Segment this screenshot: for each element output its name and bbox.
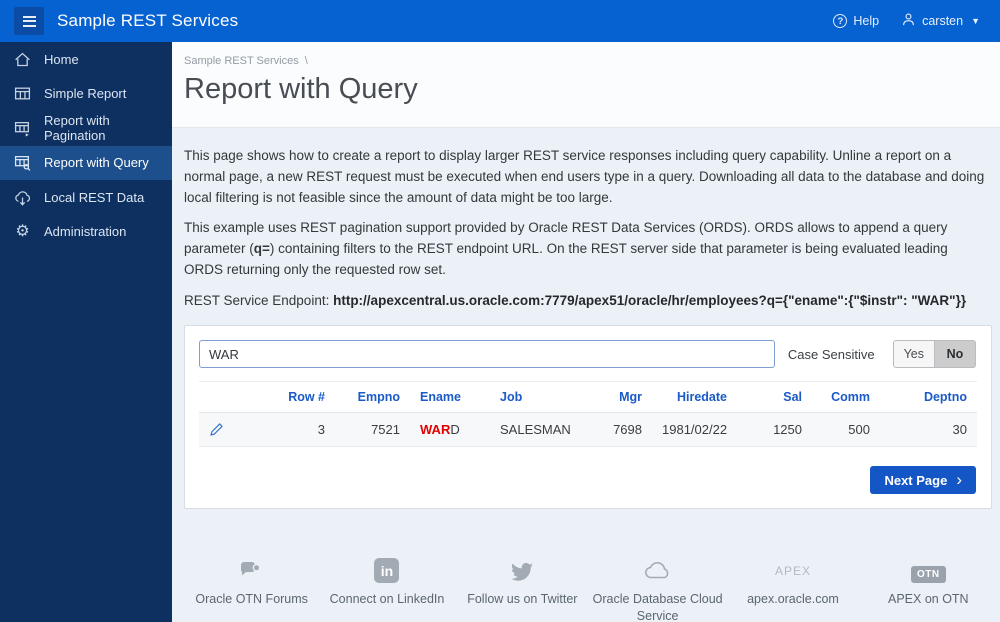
cell-job: SALESMAN bbox=[490, 412, 580, 447]
sidebar-nav: Home Simple Report Report with Paginatio… bbox=[0, 42, 172, 622]
report-card: Case Sensitive Yes No Row # Empno Ename bbox=[184, 325, 992, 509]
breadcrumb: Sample REST Services \ bbox=[184, 55, 1000, 67]
app-header: Sample REST Services ? Help carsten ▼ bbox=[0, 0, 1000, 42]
footer-link-twitter[interactable]: Follow us on Twitter bbox=[455, 553, 590, 622]
page-header-region: Sample REST Services \ Report with Query bbox=[172, 42, 1000, 128]
cell-rownum: 3 bbox=[245, 412, 335, 447]
column-header-ename[interactable]: Ename bbox=[410, 381, 490, 413]
cell-sal: 1250 bbox=[737, 412, 812, 447]
sidebar-item-report-with-pagination[interactable]: Report with Pagination bbox=[0, 111, 172, 146]
footer-link-label: Oracle Database Cloud Service bbox=[592, 592, 723, 622]
footer-link-label: Connect on LinkedIn bbox=[329, 592, 445, 606]
rest-endpoint-url: http://apexcentral.us.oracle.com:7779/ap… bbox=[333, 293, 967, 308]
footer-link-label: apex.oracle.com bbox=[747, 592, 839, 606]
page-title: Report with Query bbox=[184, 73, 418, 105]
sidebar-item-administration[interactable]: ⚙ Administration bbox=[0, 215, 172, 250]
sidebar-item-label: Report with Query bbox=[44, 155, 149, 171]
sidebar-item-local-rest-data[interactable]: Local REST Data bbox=[0, 180, 172, 215]
twitter-icon bbox=[509, 553, 535, 583]
footer-link-label: Oracle OTN Forums bbox=[195, 592, 308, 606]
intro-paragraph-1: This page shows how to create a report t… bbox=[184, 148, 985, 205]
footer-link-apex-oracle-com[interactable]: APEX apex.oracle.com bbox=[725, 553, 860, 622]
column-header-deptno[interactable]: Deptno bbox=[880, 381, 977, 413]
user-menu[interactable]: carsten ▼ bbox=[901, 12, 980, 30]
column-header-mgr[interactable]: Mgr bbox=[580, 381, 652, 413]
cell-comm: 500 bbox=[812, 412, 880, 447]
footer-link-label: APEX on OTN bbox=[888, 592, 969, 606]
page-body-region: This page shows how to create a report t… bbox=[172, 128, 1000, 622]
rest-endpoint-label: REST Service Endpoint: bbox=[184, 293, 334, 308]
next-page-button[interactable]: Next Page › bbox=[870, 466, 976, 494]
breadcrumb-separator: \ bbox=[304, 55, 308, 67]
sidebar-item-label: Local REST Data bbox=[44, 189, 145, 205]
search-match-highlight: WAR bbox=[420, 422, 451, 437]
cell-hiredate: 1981/02/22 bbox=[652, 412, 737, 447]
cloud-icon bbox=[643, 553, 673, 583]
employees-report-table: Row # Empno Ename Job Mgr Hiredate Sal C… bbox=[199, 381, 977, 447]
footer-link-linkedin[interactable]: in Connect on LinkedIn bbox=[319, 553, 454, 622]
help-label: Help bbox=[853, 14, 880, 28]
table-row: 3 7521 WARD SALESMAN 7698 1981/02/22 125… bbox=[199, 412, 977, 447]
rest-endpoint-line: REST Service Endpoint: http://apexcentra… bbox=[184, 293, 990, 308]
column-header-rownum[interactable]: Row # bbox=[245, 381, 335, 413]
linkedin-icon: in bbox=[374, 553, 400, 583]
chevron-down-icon: ▼ bbox=[971, 16, 980, 26]
footer-link-otn-forums[interactable]: Oracle OTN Forums bbox=[184, 553, 319, 622]
user-label: carsten bbox=[922, 14, 964, 28]
sidebar-item-label: Report with Pagination bbox=[44, 113, 110, 144]
table-icon bbox=[14, 85, 31, 102]
sidebar-item-report-with-query[interactable]: Report with Query bbox=[0, 145, 172, 180]
case-sensitive-toggle: Yes No bbox=[892, 340, 976, 368]
case-sensitive-yes-button[interactable]: Yes bbox=[892, 340, 935, 368]
footer-link-label: Follow us on Twitter bbox=[467, 592, 578, 606]
case-sensitive-no-button[interactable]: No bbox=[935, 340, 976, 368]
cell-deptno: 30 bbox=[880, 412, 977, 447]
cell-ename: WARD bbox=[410, 412, 490, 447]
help-icon: ? bbox=[833, 14, 848, 28]
sidebar-item-label: Simple Report bbox=[44, 86, 127, 102]
app-window: Sample REST Services ? Help carsten ▼ Ho… bbox=[0, 0, 1000, 622]
column-header-empno[interactable]: Empno bbox=[335, 381, 410, 413]
app-title: Sample REST Services bbox=[57, 11, 239, 30]
column-header-sal[interactable]: Sal bbox=[737, 381, 812, 413]
intro-paragraph-2: This example uses REST pagination suppor… bbox=[184, 220, 948, 277]
case-sensitive-label: Case Sensitive bbox=[787, 346, 875, 362]
gear-icon: ⚙ bbox=[15, 222, 30, 240]
cell-mgr: 7698 bbox=[580, 412, 652, 447]
otn-badge-icon: OTN bbox=[911, 553, 946, 583]
breadcrumb-link[interactable]: Sample REST Services bbox=[184, 55, 299, 67]
sidebar-item-label: Administration bbox=[44, 224, 127, 240]
footer-links: Oracle OTN Forums in Connect on LinkedIn… bbox=[184, 553, 996, 622]
query-search-input[interactable] bbox=[199, 340, 775, 368]
table-pagination-icon bbox=[14, 120, 31, 137]
column-header-comm[interactable]: Comm bbox=[812, 381, 880, 413]
apex-text-icon: APEX bbox=[774, 564, 811, 578]
column-header-hiredate[interactable]: Hiredate bbox=[652, 381, 737, 413]
sidebar-item-simple-report[interactable]: Simple Report bbox=[0, 77, 172, 112]
cloud-download-icon bbox=[14, 189, 31, 206]
home-icon bbox=[14, 51, 31, 68]
help-menu[interactable]: ? Help bbox=[833, 14, 879, 28]
cell-empno: 7521 bbox=[335, 412, 410, 447]
user-icon bbox=[901, 12, 916, 30]
column-header-edit bbox=[199, 381, 245, 413]
sidebar-item-label: Home bbox=[44, 51, 79, 67]
sidebar-item-home[interactable]: Home bbox=[0, 42, 172, 77]
column-header-job[interactable]: Job bbox=[490, 381, 580, 413]
hamburger-menu-button[interactable] bbox=[14, 7, 44, 35]
footer-link-db-cloud-service[interactable]: Oracle Database Cloud Service bbox=[590, 553, 725, 622]
main-content: Sample REST Services \ Report with Query … bbox=[172, 42, 1000, 622]
table-search-icon bbox=[14, 154, 31, 172]
footer-link-apex-on-otn[interactable]: OTN APEX on OTN bbox=[861, 553, 996, 622]
chevron-right-icon: › bbox=[956, 469, 962, 489]
edit-row-button[interactable] bbox=[199, 412, 245, 447]
forum-icon bbox=[239, 553, 265, 583]
